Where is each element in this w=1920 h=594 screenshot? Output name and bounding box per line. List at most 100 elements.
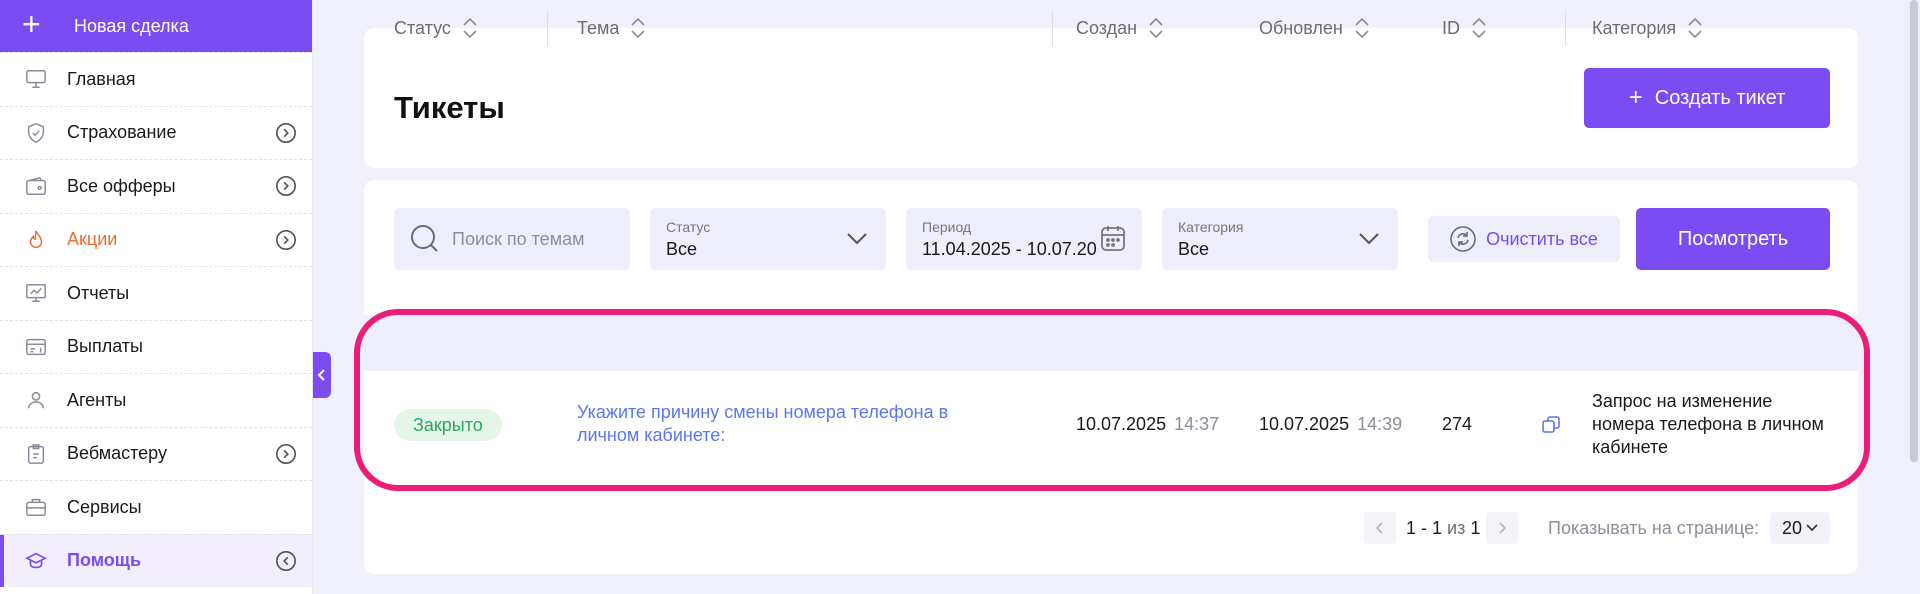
sidebar-item-insurance[interactable]: Страхование <box>0 105 312 160</box>
graduation-cap-icon <box>24 549 48 573</box>
column-header-created[interactable]: Создан <box>1076 0 1165 56</box>
column-divider <box>1565 10 1566 46</box>
page-scrollbar[interactable] <box>1910 0 1918 462</box>
prev-page-button[interactable] <box>1364 512 1396 544</box>
new-deal-button[interactable]: + Новая сделка <box>0 0 312 52</box>
sidebar-collapse-toggle[interactable] <box>313 352 331 398</box>
column-header-label: Создан <box>1076 17 1138 38</box>
chart-board-icon <box>24 281 48 305</box>
column-header-label: ID <box>1442 17 1460 38</box>
sidebar-item-label: Акции <box>67 229 118 250</box>
fire-icon <box>24 228 48 252</box>
sidebar-item-help[interactable]: Помощь <box>0 533 312 587</box>
refresh-icon <box>1450 226 1476 252</box>
create-ticket-label: Создать тикет <box>1654 86 1786 109</box>
sidebar-item-payouts[interactable]: Выплаты <box>0 319 312 374</box>
period-select-caption: Период <box>922 219 972 235</box>
sort-icon <box>631 17 645 39</box>
column-divider <box>547 10 548 46</box>
chevron-right-circle-icon[interactable] <box>275 175 297 197</box>
category-select-caption: Категория <box>1178 219 1244 235</box>
column-header-label: Статус <box>394 17 451 38</box>
payout-icon <box>24 335 48 359</box>
chevron-right-circle-icon[interactable] <box>275 443 297 465</box>
create-ticket-button[interactable]: + Создать тикет <box>1584 68 1830 128</box>
page-title: Тикеты <box>394 90 505 125</box>
sort-icon <box>1472 17 1486 39</box>
sidebar-item-home[interactable]: Главная <box>0 52 312 106</box>
created-cell: 10.07.2025 14:37 <box>1076 414 1219 435</box>
calendar-icon[interactable] <box>1100 224 1126 252</box>
sidebar-item-services[interactable]: Сервисы <box>0 480 312 534</box>
user-icon <box>24 388 48 412</box>
period-select-value: 11.04.2025 - 10.07.2025 <box>922 239 1097 259</box>
search-input[interactable]: Поиск по темам <box>394 208 630 270</box>
column-header-category[interactable]: Категория <box>1592 0 1704 56</box>
status-badge: Закрыто <box>394 409 502 441</box>
sidebar: + Новая сделка Главная Страхование Все о… <box>0 0 313 594</box>
created-date: 10.07.2025 <box>1076 414 1167 434</box>
id-cell: 274 <box>1442 414 1473 434</box>
status-select-value: Все <box>666 239 698 259</box>
chevron-right-circle-icon[interactable] <box>275 229 297 251</box>
period-select[interactable]: Период 11.04.2025 - 10.07.2025 <box>906 208 1142 270</box>
category-cell: Запрос на изменение номера телефона в ли… <box>1592 391 1824 457</box>
chevron-right-circle-icon[interactable] <box>275 122 297 144</box>
page-of-label: из <box>1447 518 1466 538</box>
search-placeholder: Поиск по темам <box>452 228 585 249</box>
updated-time: 14:39 <box>1357 414 1403 434</box>
column-header-topic[interactable]: Тема <box>577 0 647 56</box>
sidebar-item-label: Отчеты <box>67 282 130 303</box>
ticket-topic-link[interactable]: Укажите причину смены номера телефона в … <box>577 401 1007 447</box>
chevron-left-circle-icon[interactable] <box>275 550 297 572</box>
briefcase-icon <box>24 495 48 519</box>
clipboard-icon <box>24 442 48 466</box>
clear-all-button[interactable]: Очистить все <box>1428 216 1620 262</box>
sort-icon <box>1688 17 1702 39</box>
sidebar-item-label: Помощь <box>67 550 142 571</box>
search-icon <box>411 225 438 252</box>
category-select[interactable]: Категория Все <box>1162 208 1398 270</box>
status-select-caption: Статус <box>666 219 711 235</box>
status-select[interactable]: Статус Все <box>650 208 886 270</box>
chevron-left-icon <box>1375 522 1383 534</box>
table-header <box>364 315 1858 371</box>
sidebar-item-label: Главная <box>67 68 136 89</box>
updated-date: 10.07.2025 <box>1259 414 1350 434</box>
chevron-left-icon <box>317 369 325 381</box>
plus-icon: + <box>22 6 41 42</box>
new-deal-label: Новая сделка <box>74 15 189 36</box>
wallet-icon <box>24 174 48 198</box>
chevron-right-icon <box>1499 522 1507 534</box>
sidebar-item-promotions[interactable]: Акции <box>0 212 312 267</box>
sidebar-item-label: Сервисы <box>67 496 142 517</box>
column-header-status[interactable]: Статус <box>394 0 479 56</box>
column-header-label: Обновлен <box>1259 17 1343 38</box>
column-header-id[interactable]: ID <box>1442 0 1488 56</box>
next-page-button[interactable] <box>1486 512 1518 544</box>
shield-icon <box>24 121 48 145</box>
updated-cell: 10.07.2025 14:39 <box>1259 414 1402 435</box>
pagination-info: 1 - 1 из 1 <box>1406 518 1480 539</box>
sidebar-item-label: Вебмастеру <box>67 443 167 464</box>
sidebar-item-offers[interactable]: Все офферы <box>0 159 312 213</box>
sidebar-item-label: Агенты <box>67 389 127 410</box>
view-button[interactable]: Посмотреть <box>1636 208 1830 270</box>
plus-icon: + <box>1628 84 1643 111</box>
per-page-select[interactable]: 20 <box>1770 512 1830 544</box>
category-select-value: Все <box>1178 239 1210 259</box>
sidebar-item-agents[interactable]: Агенты <box>0 373 312 427</box>
sidebar-item-reports[interactable]: Отчеты <box>0 266 312 320</box>
sort-icon <box>463 17 477 39</box>
page-range: 1 - 1 <box>1406 518 1443 538</box>
per-page-label: Показывать на странице: <box>1548 518 1760 538</box>
sort-icon <box>1355 17 1369 39</box>
created-time: 14:37 <box>1174 414 1220 434</box>
copy-icon[interactable] <box>1541 415 1561 435</box>
column-header-updated[interactable]: Обновлен <box>1259 0 1371 56</box>
sidebar-item-webmaster[interactable]: Вебмастеру <box>0 426 312 481</box>
column-header-label: Тема <box>577 17 620 38</box>
page-total: 1 <box>1470 518 1481 538</box>
column-header-label: Категория <box>1592 17 1677 38</box>
sort-icon <box>1149 17 1163 39</box>
